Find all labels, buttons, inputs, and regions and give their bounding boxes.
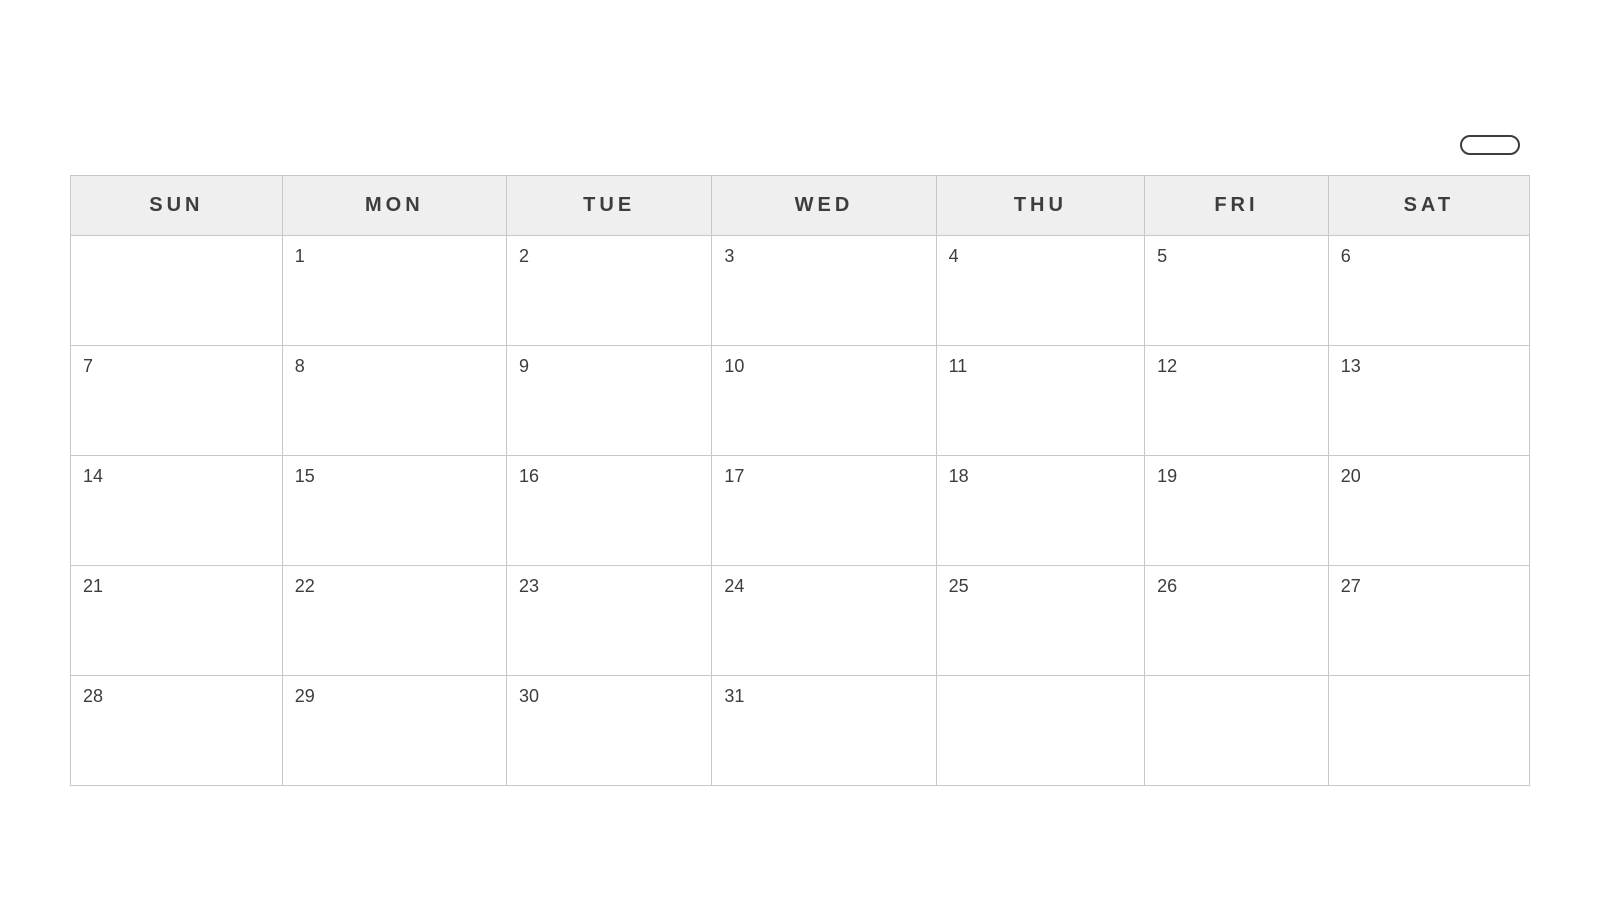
day-number: 10 <box>724 356 744 376</box>
calendar-day-cell[interactable]: 22 <box>282 565 506 675</box>
calendar-day-cell[interactable]: 7 <box>71 345 283 455</box>
day-number: 28 <box>83 686 103 706</box>
day-number: 25 <box>949 576 969 596</box>
calendar-day-cell[interactable] <box>1145 675 1329 785</box>
calendar-week-row: 1 2 3 4 5 6 <box>71 235 1530 345</box>
day-number: 17 <box>724 466 744 486</box>
day-number: 14 <box>83 466 103 486</box>
day-number: 29 <box>295 686 315 706</box>
calendar-day-cell[interactable]: 19 <box>1145 455 1329 565</box>
calendar-header <box>70 135 1530 155</box>
calendar-week-row: 21 22 23 24 25 26 27 <box>71 565 1530 675</box>
weekday-sat: SAT <box>1328 175 1529 235</box>
calendar-day-cell[interactable]: 12 <box>1145 345 1329 455</box>
year-badge <box>1460 135 1520 155</box>
calendar-day-cell[interactable]: 14 <box>71 455 283 565</box>
day-number: 15 <box>295 466 315 486</box>
calendar-day-cell[interactable]: 2 <box>506 235 711 345</box>
day-number: 11 <box>949 356 968 376</box>
day-number: 16 <box>519 466 539 486</box>
calendar-day-cell[interactable]: 21 <box>71 565 283 675</box>
calendar-day-cell[interactable]: 3 <box>712 235 936 345</box>
calendar-day-cell[interactable]: 1 <box>282 235 506 345</box>
day-number: 7 <box>83 356 93 376</box>
weekday-thu: THU <box>936 175 1145 235</box>
day-number: 31 <box>724 686 744 706</box>
day-number: 23 <box>519 576 539 596</box>
day-number: 3 <box>724 246 734 266</box>
calendar-container: SUN MON TUE WED THU FRI SAT 123456789101… <box>50 95 1550 806</box>
calendar-week-row: 14 15 16 17 18 19 20 <box>71 455 1530 565</box>
calendar-day-cell[interactable]: 30 <box>506 675 711 785</box>
weekday-sun: SUN <box>71 175 283 235</box>
day-number: 9 <box>519 356 529 376</box>
calendar-day-cell[interactable]: 15 <box>282 455 506 565</box>
calendar-day-cell[interactable]: 13 <box>1328 345 1529 455</box>
day-number: 20 <box>1341 466 1361 486</box>
weekday-mon: MON <box>282 175 506 235</box>
calendar-day-cell[interactable]: 8 <box>282 345 506 455</box>
calendar-day-cell[interactable] <box>936 675 1145 785</box>
day-number: 1 <box>295 246 305 266</box>
calendar-day-cell[interactable]: 5 <box>1145 235 1329 345</box>
calendar-day-cell[interactable]: 10 <box>712 345 936 455</box>
weekday-wed: WED <box>712 175 936 235</box>
calendar-day-cell[interactable]: 9 <box>506 345 711 455</box>
weekday-header-row: SUN MON TUE WED THU FRI SAT <box>71 175 1530 235</box>
calendar-day-cell[interactable]: 25 <box>936 565 1145 675</box>
day-number: 27 <box>1341 576 1361 596</box>
day-number: 19 <box>1157 466 1177 486</box>
calendar-day-cell[interactable] <box>1328 675 1529 785</box>
calendar-day-cell[interactable]: 27 <box>1328 565 1529 675</box>
day-number: 2 <box>519 246 529 266</box>
day-number: 5 <box>1157 246 1167 266</box>
calendar-day-cell[interactable] <box>71 235 283 345</box>
calendar-day-cell[interactable]: 29 <box>282 675 506 785</box>
calendar-day-cell[interactable]: 24 <box>712 565 936 675</box>
calendar-day-cell[interactable]: 17 <box>712 455 936 565</box>
day-number: 22 <box>295 576 315 596</box>
calendar-day-cell[interactable]: 31 <box>712 675 936 785</box>
day-number: 21 <box>83 576 103 596</box>
day-number: 18 <box>949 466 969 486</box>
calendar-day-cell[interactable]: 4 <box>936 235 1145 345</box>
day-number: 6 <box>1341 246 1351 266</box>
day-number: 4 <box>949 246 959 266</box>
calendar-day-cell[interactable]: 23 <box>506 565 711 675</box>
weekday-fri: FRI <box>1145 175 1329 235</box>
calendar-grid: SUN MON TUE WED THU FRI SAT 123456789101… <box>70 175 1530 786</box>
weekday-tue: TUE <box>506 175 711 235</box>
calendar-day-cell[interactable]: 6 <box>1328 235 1529 345</box>
calendar-day-cell[interactable]: 20 <box>1328 455 1529 565</box>
calendar-week-row: 28 29 30 31 <box>71 675 1530 785</box>
calendar-day-cell[interactable]: 26 <box>1145 565 1329 675</box>
day-number: 26 <box>1157 576 1177 596</box>
day-number: 8 <box>295 356 305 376</box>
calendar-day-cell[interactable]: 16 <box>506 455 711 565</box>
day-number: 13 <box>1341 356 1361 376</box>
day-number: 30 <box>519 686 539 706</box>
day-number: 12 <box>1157 356 1177 376</box>
calendar-day-cell[interactable]: 11 <box>936 345 1145 455</box>
day-number: 24 <box>724 576 744 596</box>
calendar-day-cell[interactable]: 18 <box>936 455 1145 565</box>
calendar-day-cell[interactable]: 28 <box>71 675 283 785</box>
calendar-week-row: 7 8 9 10 11 12 13 <box>71 345 1530 455</box>
